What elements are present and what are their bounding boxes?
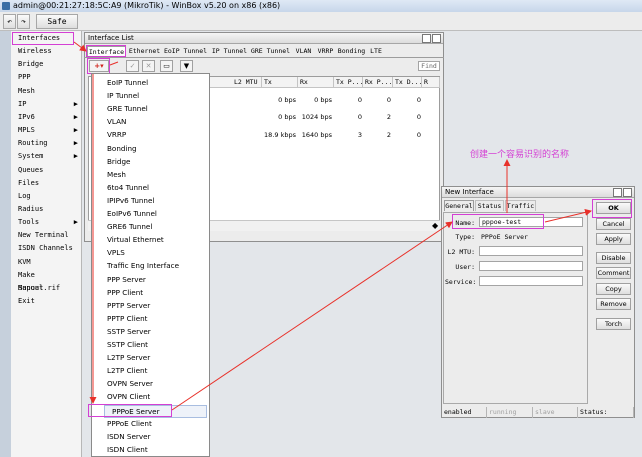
arrow-pppoe-to-name bbox=[171, 221, 453, 411]
annotation-arrows bbox=[73, 41, 592, 411]
arrow-add-stub bbox=[109, 61, 119, 66]
arrow-interfaces-to-tab bbox=[73, 41, 87, 52]
arrow-name-to-ok bbox=[544, 208, 592, 223]
